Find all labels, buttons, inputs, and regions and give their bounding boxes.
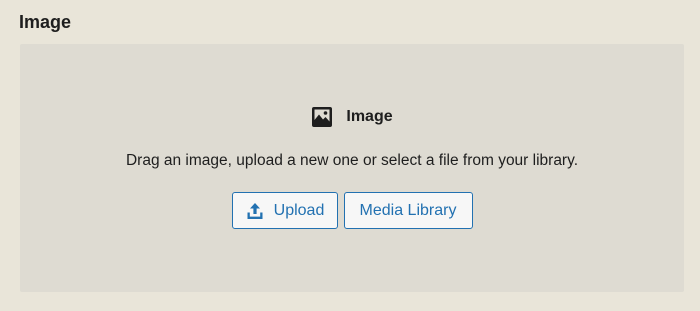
placeholder-instructions: Drag an image, upload a new one or selec… [125,152,579,169]
upload-button[interactable]: Upload [231,192,338,229]
media-library-button[interactable]: Media Library [343,192,473,229]
media-library-button-label: Media Library [359,201,457,219]
placeholder-actions: Upload Media Library [20,192,684,229]
upload-icon [245,201,265,221]
image-icon [311,106,333,128]
upload-button-label: Upload [273,201,325,219]
image-placeholder[interactable]: Image Drag an image, upload a new one or… [20,44,684,292]
placeholder-label: Image [346,108,393,125]
section-title: Image [19,12,72,32]
placeholder-header: Image [20,106,684,128]
